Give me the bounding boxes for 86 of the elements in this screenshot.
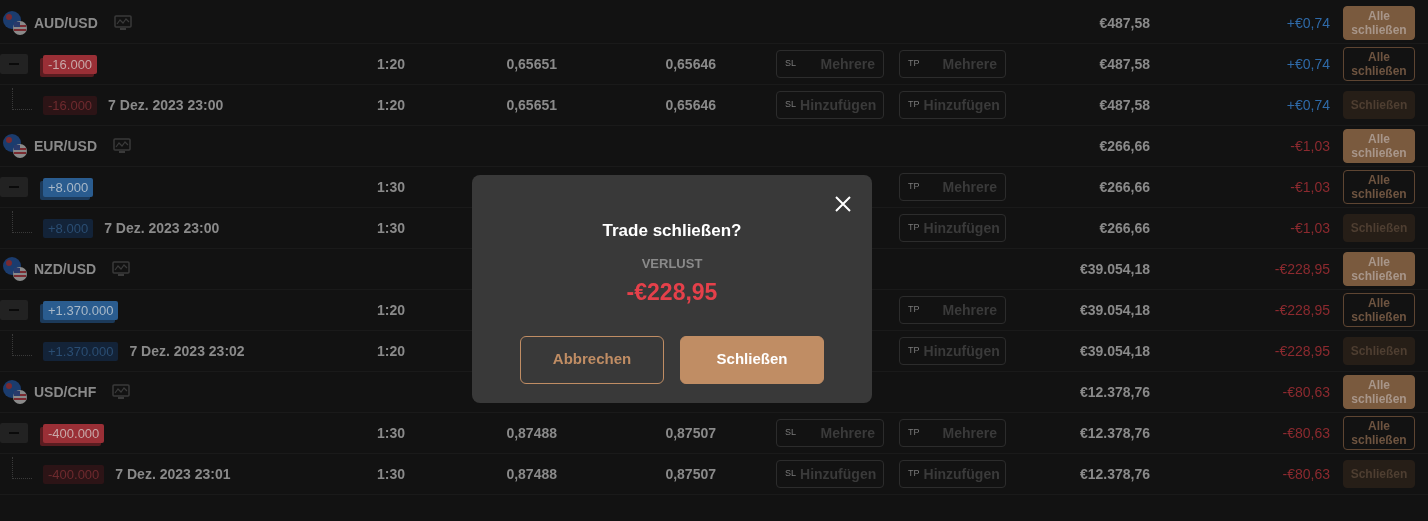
confirm-button[interactable]: Schließen bbox=[680, 335, 824, 384]
close-button[interactable]: Alle schließen bbox=[1343, 375, 1415, 409]
close-button[interactable]: Alle schließen bbox=[1343, 170, 1415, 204]
value-text: €39.054,18 bbox=[1079, 300, 1150, 320]
open-price-text: 0,65651 bbox=[506, 54, 557, 74]
amount-badge: -400.000 bbox=[43, 423, 105, 443]
value-text: €39.054,18 bbox=[1079, 259, 1150, 279]
value-text: €487,58 bbox=[1099, 54, 1150, 74]
pnl-text: +€0,74 bbox=[1286, 95, 1330, 115]
pnl-text: -€1,03 bbox=[1290, 218, 1330, 238]
collapse-button[interactable] bbox=[0, 423, 28, 443]
leverage-text: 1:30 bbox=[376, 464, 405, 484]
pnl-text: -€80,63 bbox=[1282, 423, 1330, 443]
tree-connector-icon bbox=[12, 457, 32, 479]
amount-badge: -16.000 bbox=[43, 54, 98, 74]
close-button[interactable]: Alle schließen bbox=[1343, 47, 1415, 81]
value-text: €487,58 bbox=[1099, 95, 1150, 115]
loss-label: VERLUST bbox=[641, 254, 703, 273]
pnl-text: +€0,74 bbox=[1286, 13, 1330, 33]
pnl-text: -€1,03 bbox=[1290, 177, 1330, 197]
collapse-button[interactable] bbox=[0, 300, 28, 320]
value-text: €266,66 bbox=[1099, 177, 1150, 197]
amount-badge: +1.370.000 bbox=[43, 300, 119, 320]
close-button[interactable]: Alle schließen bbox=[1343, 416, 1415, 450]
close-button[interactable]: Alle schließen bbox=[1343, 252, 1415, 286]
pair-name: AUD/USD bbox=[34, 13, 98, 33]
amount-badge: +8.000 bbox=[43, 218, 94, 238]
leverage-text: 1:30 bbox=[376, 177, 405, 197]
chart-monitor-icon[interactable] bbox=[112, 261, 131, 277]
close-button[interactable]: Alle schließen bbox=[1343, 293, 1415, 327]
flag-pair-icon bbox=[2, 256, 28, 282]
value-text: €266,66 bbox=[1099, 218, 1150, 238]
value-text: €39.054,18 bbox=[1079, 341, 1150, 361]
dialog-title: Trade schließen? bbox=[602, 220, 742, 242]
pnl-text: +€0,74 bbox=[1286, 54, 1330, 74]
leverage-text: 1:30 bbox=[376, 218, 405, 238]
flag-pair-icon bbox=[2, 379, 28, 405]
value-text: €487,58 bbox=[1099, 13, 1150, 33]
amount-badge: +1.370.000 bbox=[43, 341, 119, 361]
pair-name: USD/CHF bbox=[34, 382, 97, 402]
value-text: €12.378,76 bbox=[1079, 464, 1150, 484]
pnl-text: -€80,63 bbox=[1282, 464, 1330, 484]
pnl-text: -€228,95 bbox=[1274, 300, 1330, 320]
chart-monitor-icon[interactable] bbox=[113, 138, 131, 154]
date-text: 7 Dez. 2023 23:00 bbox=[104, 218, 220, 238]
leverage-text: 1:30 bbox=[376, 423, 405, 443]
pair-name: EUR/USD bbox=[34, 136, 97, 156]
loss-amount: -€228,95 bbox=[626, 278, 718, 307]
open-price-text: 0,65651 bbox=[506, 95, 557, 115]
date-text: 7 Dez. 2023 23:00 bbox=[108, 95, 224, 115]
current-price-text: 0,87507 bbox=[665, 423, 716, 443]
open-price-text: 0,87488 bbox=[506, 423, 557, 443]
pair-name: NZD/USD bbox=[34, 259, 97, 279]
flag-pair-icon bbox=[2, 133, 28, 159]
amount-badge: +8.000 bbox=[43, 177, 94, 197]
tree-connector-icon bbox=[12, 211, 32, 233]
pnl-text: -€228,95 bbox=[1274, 259, 1330, 279]
flag-pair-icon bbox=[2, 10, 28, 36]
value-text: €266,66 bbox=[1099, 136, 1150, 156]
leverage-text: 1:20 bbox=[376, 300, 405, 320]
current-price-text: 0,65646 bbox=[665, 95, 716, 115]
chart-monitor-icon[interactable] bbox=[112, 384, 131, 400]
pnl-text: -€80,63 bbox=[1282, 382, 1330, 402]
leverage-text: 1:20 bbox=[376, 95, 405, 115]
close-icon[interactable] bbox=[834, 195, 852, 213]
leverage-text: 1:20 bbox=[376, 54, 405, 74]
tree-connector-icon bbox=[12, 88, 32, 110]
current-price-text: 0,65646 bbox=[665, 54, 716, 74]
amount-badge: -400.000 bbox=[43, 464, 105, 484]
chart-monitor-icon[interactable] bbox=[113, 15, 132, 31]
date-text: 7 Dez. 2023 23:02 bbox=[129, 341, 245, 361]
value-text: €12.378,76 bbox=[1079, 382, 1150, 402]
pnl-text: -€228,95 bbox=[1274, 341, 1330, 361]
collapse-button[interactable] bbox=[0, 177, 28, 197]
close-button[interactable]: Alle schließen bbox=[1343, 129, 1415, 163]
close-button[interactable]: Alle schließen bbox=[1343, 6, 1415, 40]
collapse-button[interactable] bbox=[0, 54, 28, 74]
current-price-text: 0,87507 bbox=[665, 464, 716, 484]
value-text: €12.378,76 bbox=[1079, 423, 1150, 443]
leverage-text: 1:20 bbox=[376, 341, 405, 361]
date-text: 7 Dez. 2023 23:01 bbox=[115, 464, 231, 484]
open-price-text: 0,87488 bbox=[506, 464, 557, 484]
cancel-button[interactable]: Abbrechen bbox=[520, 335, 664, 384]
tree-connector-icon bbox=[12, 334, 32, 356]
amount-badge: -16.000 bbox=[43, 95, 98, 115]
pnl-text: -€1,03 bbox=[1290, 136, 1330, 156]
